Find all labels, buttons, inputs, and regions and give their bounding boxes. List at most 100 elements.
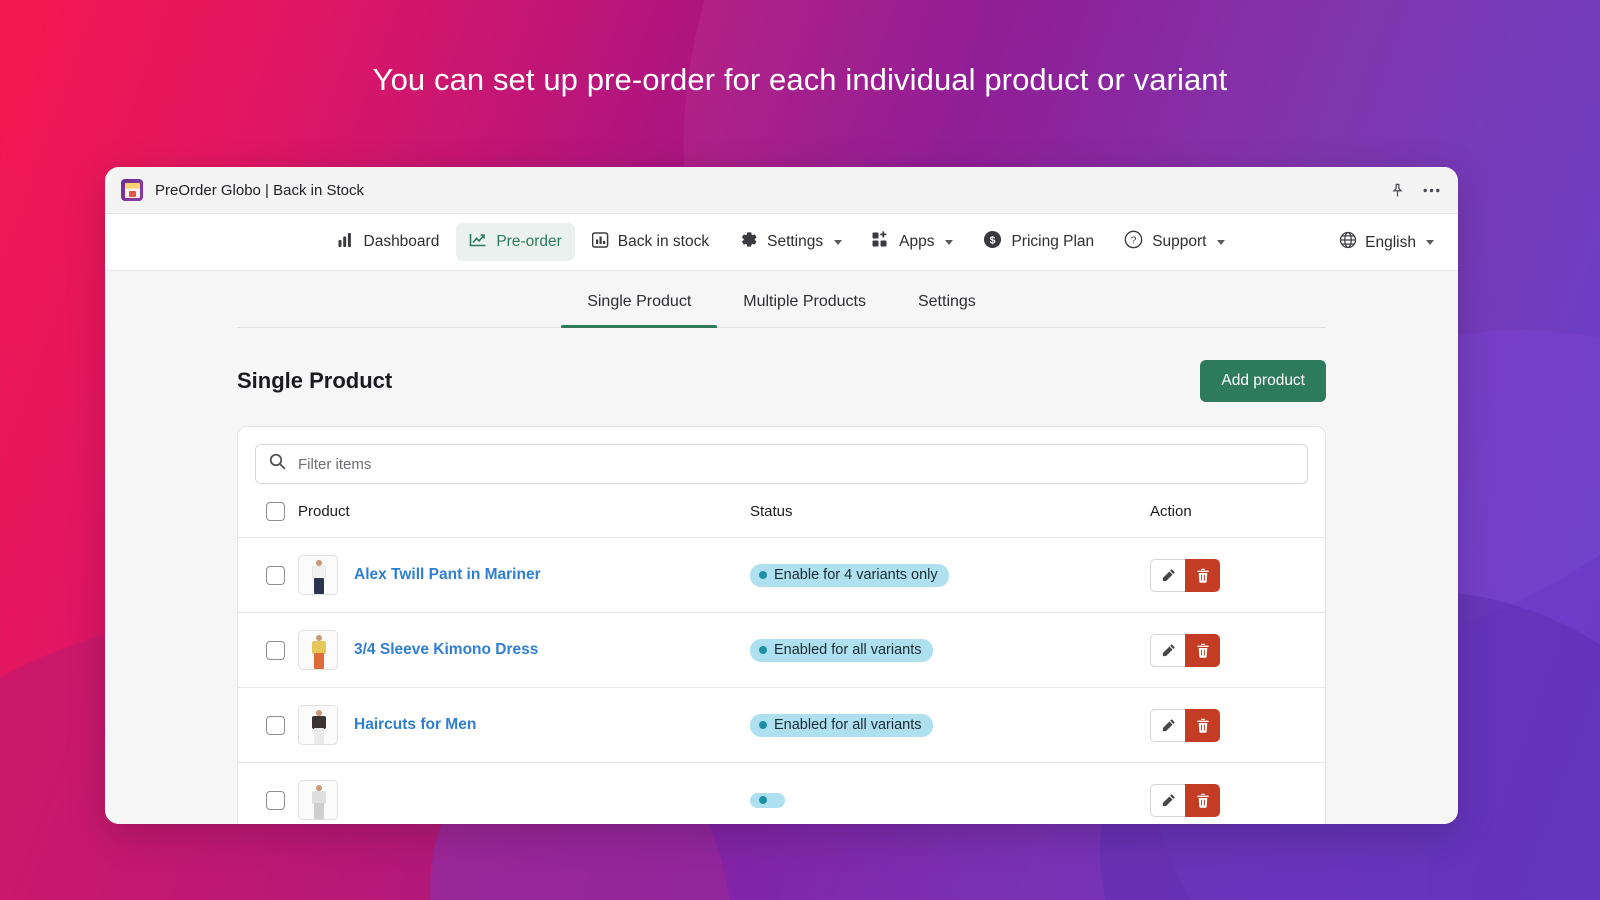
row-checkbox[interactable] (266, 790, 285, 810)
product-thumbnail (298, 630, 338, 670)
product-link[interactable]: Haircuts for Men (354, 716, 476, 734)
status-badge: Enable for 4 variants only (750, 563, 949, 587)
nav-item-pricing-plan[interactable]: $ Pricing Plan (970, 222, 1107, 262)
tab-label: Settings (917, 293, 976, 310)
gear-icon (739, 230, 758, 254)
chevron-down-icon (945, 239, 954, 245)
nav-item-dashboard[interactable]: Dashboard (325, 224, 453, 261)
product-link[interactable]: 3/4 Sleeve Kimono Dress (354, 641, 538, 659)
action-column-header: Action (1150, 503, 1192, 520)
ellipsis-icon[interactable] (1423, 188, 1440, 193)
row-checkbox[interactable] (266, 715, 285, 735)
question-circle-icon: ? (1124, 230, 1143, 254)
product-thumbnail (298, 555, 338, 595)
delete-button[interactable] (1185, 783, 1220, 817)
edit-button[interactable] (1150, 633, 1185, 667)
product-cell: Haircuts for Men (298, 688, 750, 763)
row-select-cell (238, 763, 298, 825)
action-cell (1150, 613, 1325, 688)
tab-label: Multiple Products (743, 293, 866, 310)
nav-item-label: Pricing Plan (1011, 233, 1095, 250)
tab-single-product[interactable]: Single Product (561, 271, 718, 328)
browser-window: PreOrder Globo | Back in Stock Dashboard… (105, 167, 1458, 824)
language-selector[interactable]: English (1339, 231, 1434, 254)
search-icon (269, 453, 286, 475)
status-cell: Enabled for all variants (750, 688, 1150, 763)
dollar-coin-icon: $ (983, 230, 1002, 254)
nav-item-label: Dashboard (363, 233, 440, 250)
nav-item-settings[interactable]: Settings (726, 222, 855, 262)
table-header-row: Product Status Action (238, 484, 1325, 538)
nav-item-label: Apps (899, 233, 935, 250)
search-box[interactable] (255, 444, 1308, 484)
nav-item-label: Back in stock (617, 233, 710, 250)
select-all-header (238, 484, 298, 538)
select-all-checkbox[interactable] (266, 502, 285, 521)
table-body: Alex Twill Pant in Mariner Enable for 4 … (238, 537, 1325, 825)
table-row: 3/4 Sleeve Kimono Dress Enabled for all … (238, 612, 1325, 688)
status-badge: Enabled for all variants (750, 638, 933, 662)
nav-item-label: Settings (767, 233, 824, 250)
product-cell (298, 763, 750, 825)
search-input[interactable] (298, 455, 1294, 473)
table-row: Haircuts for Men Enabled for all variant… (238, 687, 1325, 763)
delete-button[interactable] (1185, 558, 1220, 592)
products-table: Product Status Action Alex Twill Pant in… (238, 484, 1325, 824)
status-dot-icon (759, 645, 767, 654)
status-label: Enable for 4 variants only (774, 566, 938, 583)
delete-button[interactable] (1185, 708, 1220, 742)
table-row (238, 762, 1325, 825)
nav-item-pre-order[interactable]: Pre-order (456, 223, 575, 261)
window-titlebar: PreOrder Globo | Back in Stock (105, 167, 1458, 214)
status-column-header: Status (750, 503, 793, 520)
delete-button[interactable] (1185, 633, 1220, 667)
svg-text:?: ? (1131, 236, 1137, 247)
product-cell: Alex Twill Pant in Mariner (298, 538, 750, 613)
tab-multiple-products[interactable]: Multiple Products (717, 271, 892, 327)
nav-item-back-in-stock[interactable]: Back in stock (579, 224, 722, 261)
chevron-down-icon (1426, 240, 1434, 245)
page-header: Single Product Add product (105, 328, 1458, 402)
titlebar-actions (1390, 183, 1440, 198)
tab-settings[interactable]: Settings (892, 271, 1002, 327)
chevron-down-icon (1217, 239, 1226, 245)
apps-grid-plus-icon (872, 231, 890, 253)
pin-icon[interactable] (1390, 183, 1405, 198)
bar-chart-icon (338, 232, 355, 253)
promo-headline: You can set up pre-order for each indivi… (372, 62, 1228, 97)
add-product-button[interactable]: Add product (1200, 360, 1326, 402)
svg-text:$: $ (990, 236, 996, 247)
product-thumbnail (298, 705, 338, 745)
window-title: PreOrder Globo | Back in Stock (155, 181, 364, 199)
edit-button[interactable] (1150, 783, 1185, 817)
app-navigation-bar: Dashboard Pre-order Back in stock Settin… (105, 214, 1458, 271)
row-checkbox[interactable] (266, 565, 285, 585)
status-dot-icon (759, 570, 767, 579)
product-link[interactable]: Alex Twill Pant in Mariner (354, 566, 541, 584)
row-checkbox[interactable] (266, 640, 285, 660)
edit-button[interactable] (1150, 558, 1185, 592)
status-dot-icon (759, 796, 767, 804)
action-cell (1150, 688, 1325, 763)
product-thumbnail (298, 780, 338, 820)
page-title: Single Product (237, 368, 393, 393)
edit-button[interactable] (1150, 708, 1185, 742)
nav-item-label: Pre-order (496, 233, 562, 250)
table-head: Product Status Action (238, 484, 1325, 538)
status-badge: Enabled for all variants (750, 713, 933, 737)
stock-chart-icon (591, 231, 609, 253)
status-cell (750, 763, 1150, 825)
status-cell: Enabled for all variants (750, 613, 1150, 688)
status-dot-icon (759, 720, 767, 729)
language-label: English (1365, 233, 1416, 251)
chevron-down-icon (834, 239, 843, 245)
nav-item-apps[interactable]: Apps (859, 223, 966, 261)
row-select-cell (238, 613, 298, 688)
table-row: Alex Twill Pant in Mariner Enable for 4 … (238, 537, 1325, 613)
products-card: Product Status Action (237, 426, 1326, 824)
preorder-chart-icon (469, 231, 487, 253)
status-label: Enabled for all variants (774, 716, 922, 733)
nav-item-label: Support (1152, 233, 1207, 250)
nav-item-support[interactable]: ? Support (1111, 222, 1238, 262)
globe-icon (1339, 231, 1357, 254)
